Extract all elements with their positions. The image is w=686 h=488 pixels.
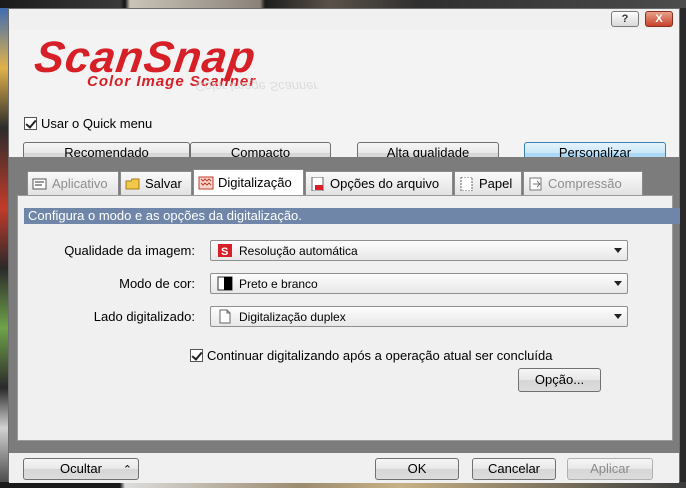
desktop-background-top: [0, 0, 686, 8]
paper-icon: [459, 176, 475, 191]
color-mode-value: Preto e branco: [239, 276, 318, 291]
dialog-footer: Ocultar ⌃ OK Cancelar Aplicar: [9, 453, 679, 483]
ok-button[interactable]: OK: [375, 458, 459, 480]
continue-scanning-checkbox[interactable]: [190, 349, 203, 362]
auto-resolution-icon: S: [217, 243, 233, 258]
chevron-down-icon: [614, 314, 622, 319]
scan-side-dropdown[interactable]: Digitalização duplex: [210, 306, 628, 327]
tab-scanning[interactable]: Digitalização: [193, 169, 304, 195]
quick-menu-option[interactable]: Usar o Quick menu: [24, 116, 152, 131]
pdf-file-icon: [310, 176, 326, 191]
tab-save[interactable]: Salvar: [120, 171, 192, 195]
apply-button[interactable]: Aplicar: [567, 458, 653, 480]
desktop-background-left: [0, 8, 8, 488]
image-quality-value: Resolução automática: [239, 243, 358, 258]
close-button[interactable]: X: [645, 11, 673, 27]
tab-application[interactable]: Aplicativo: [27, 171, 119, 195]
quick-menu-checkbox[interactable]: [24, 117, 37, 130]
tagline-reflection: Color Image Scanner: [195, 79, 318, 94]
scan-side-label: Lado digitalizado:: [93, 309, 195, 324]
header: ScanSnap Color Image Scanner Color Image…: [9, 29, 679, 164]
application-icon: [32, 177, 48, 191]
scansnap-logo: ScanSnap Color Image Scanner Color Image…: [32, 33, 325, 103]
hide-button[interactable]: Ocultar ⌃: [23, 458, 139, 480]
chevron-up-icon: ⌃: [122, 464, 132, 476]
color-mode-dropdown[interactable]: Preto e branco: [210, 273, 628, 294]
option-button[interactable]: Opção...: [518, 368, 601, 392]
scan-side-value: Digitalização duplex: [239, 309, 346, 324]
continue-scanning-label: Continuar digitalizando após a operação …: [207, 348, 553, 363]
chevron-down-icon: [614, 281, 622, 286]
scanning-settings-panel: Configura o modo e as opções da digitali…: [17, 195, 680, 441]
tab-compression[interactable]: Compressão: [523, 171, 643, 195]
chevron-down-icon: [614, 248, 622, 253]
continue-scanning-option[interactable]: Continuar digitalizando após a operação …: [190, 348, 552, 363]
color-mode-label: Modo de cor:: [119, 276, 195, 291]
tab-paper[interactable]: Papel: [454, 171, 522, 195]
scansnap-settings-window: ? X ScanSnap Color Image Scanner Color I…: [8, 8, 680, 483]
help-button[interactable]: ?: [611, 11, 639, 27]
compression-icon: [528, 177, 544, 191]
duplex-page-icon: [217, 309, 233, 324]
scan-pattern-icon: [198, 176, 214, 190]
image-quality-label: Qualidade da imagem:: [64, 243, 195, 258]
title-bar-buttons: ? X: [611, 11, 673, 27]
cancel-button[interactable]: Cancelar: [472, 458, 556, 480]
tab-file-options[interactable]: Opções do arquivo: [305, 171, 453, 195]
quick-menu-label: Usar o Quick menu: [41, 116, 153, 131]
image-quality-dropdown[interactable]: S Resolução automática: [210, 240, 628, 261]
panel-description: Configura o modo e as opções da digitali…: [24, 208, 680, 224]
hide-button-label: Ocultar: [60, 461, 102, 476]
svg-text:S: S: [221, 246, 228, 258]
folder-icon: [125, 177, 141, 191]
black-white-icon: [217, 276, 233, 291]
